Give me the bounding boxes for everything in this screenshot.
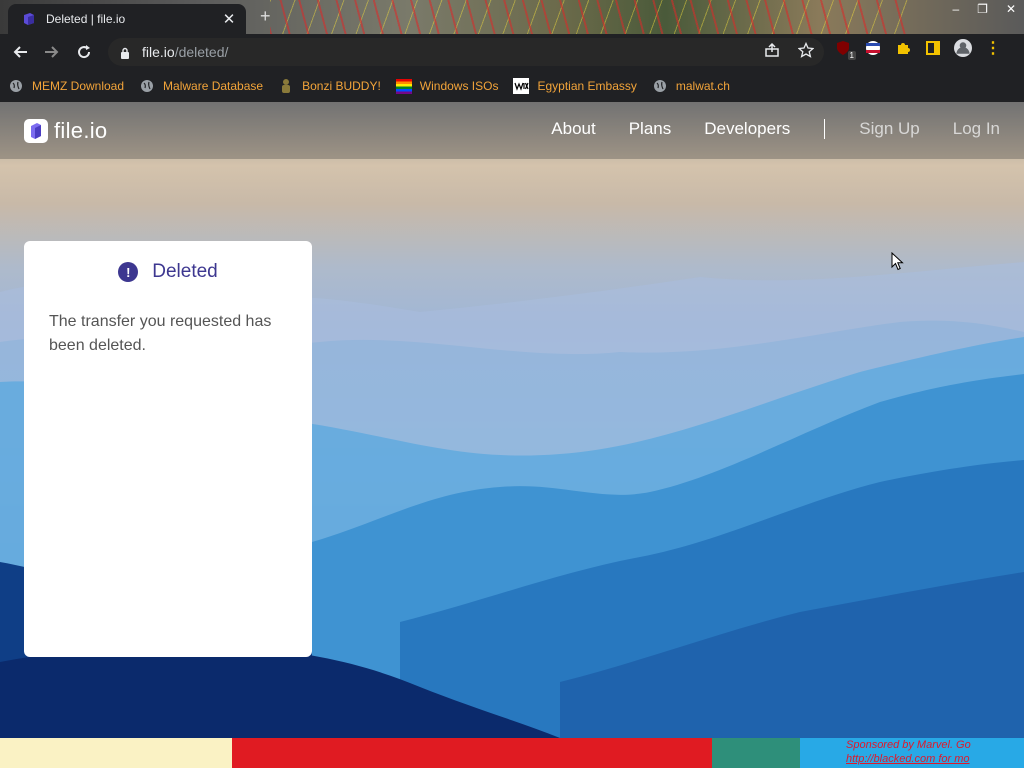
browser-tab-active[interactable]: Deleted | file.io ✕: [8, 4, 246, 34]
nav-plans[interactable]: Plans: [629, 119, 672, 139]
back-arrow-icon[interactable]: [8, 40, 32, 64]
bookmark-malware-database[interactable]: Malware Database: [139, 78, 263, 94]
side-panel-icon[interactable]: [924, 39, 942, 57]
card-title: Deleted: [152, 261, 218, 282]
logo-text: file.io: [54, 118, 108, 143]
forward-arrow-icon[interactable]: [40, 40, 64, 64]
bonzi-icon: [278, 78, 294, 94]
windows-icon: [395, 78, 412, 94]
bookmark-label: Egyptian Embassy: [537, 79, 637, 93]
minimize-window-button[interactable]: –: [952, 2, 959, 16]
bookmark-egyptian-embassy[interactable]: Egyptian Embassy: [513, 78, 637, 94]
bookmark-star-icon[interactable]: [797, 41, 815, 62]
browser-titlebar: Deleted | file.io ✕ + – ❐ ✕: [0, 0, 1024, 34]
bookmark-memz[interactable]: MEMZ Download: [8, 78, 124, 94]
nav-divider: [824, 119, 826, 139]
page-viewport: file.io About Plans Developers Sign Up L…: [0, 102, 1024, 738]
bookmark-bonzi-buddy[interactable]: Bonzi BUDDY!: [278, 78, 381, 94]
extensions-area: 1 ⋮: [834, 39, 1002, 60]
url-path: /deleted/: [174, 44, 229, 60]
sponsor-line-1: Sponsored by Marvel. Go: [846, 739, 971, 751]
bookmark-label: Malware Database: [163, 79, 264, 93]
nav-sign-up[interactable]: Sign Up: [859, 119, 919, 139]
close-window-button[interactable]: ✕: [1006, 2, 1016, 16]
flag-extension-icon[interactable]: [864, 39, 882, 57]
banner-segment-red: [232, 738, 712, 768]
extension-badge: 1: [847, 51, 856, 60]
desktop-wallpaper-strip: [270, 0, 910, 34]
desktop-banner-strip: Sponsored by Marvel. Go http://blacked.c…: [0, 738, 1024, 768]
site-nav: About Plans Developers Sign Up Log In: [518, 119, 1000, 139]
banner-segment-teal: [712, 738, 800, 768]
browser-toolbar: file.io/deleted/ 1 ⋮: [0, 34, 1024, 70]
window-controls: – ❐ ✕: [952, 2, 1016, 16]
fileio-favicon-icon: [22, 12, 36, 26]
fileio-logo[interactable]: file.io: [24, 118, 107, 144]
new-tab-button[interactable]: +: [260, 6, 271, 27]
share-icon[interactable]: [764, 42, 780, 62]
restore-window-button[interactable]: ❐: [977, 2, 988, 16]
tab-close-icon[interactable]: ✕: [220, 10, 238, 28]
globe-icon: [139, 78, 155, 94]
wix-icon: [513, 78, 530, 94]
bookmark-malwatch[interactable]: malwat.ch: [652, 78, 730, 94]
nav-log-in[interactable]: Log In: [953, 119, 1000, 139]
url-host: file.io: [142, 44, 175, 60]
alert-icon: !: [118, 262, 139, 282]
fileio-logo-icon: [24, 119, 48, 143]
nav-about[interactable]: About: [551, 119, 595, 139]
bookmark-label: Bonzi BUDDY!: [302, 79, 381, 93]
menu-kebab-icon[interactable]: ⋮: [984, 39, 1002, 57]
nav-developers[interactable]: Developers: [704, 119, 790, 139]
reload-icon[interactable]: [72, 40, 96, 64]
globe-icon: [8, 78, 24, 94]
lock-icon[interactable]: [120, 46, 130, 59]
ublock-extension-icon[interactable]: 1: [834, 39, 856, 60]
banner-segment-cream: [0, 738, 232, 768]
bookmark-windows-isos[interactable]: Windows ISOs: [395, 78, 499, 94]
mouse-cursor-icon: [891, 252, 904, 271]
bookmarks-bar: MEMZ Download Malware Database Bonzi BUD…: [0, 70, 1024, 102]
site-header: file.io About Plans Developers Sign Up L…: [0, 102, 1024, 159]
puzzle-extensions-icon[interactable]: [894, 39, 912, 57]
bookmark-label: Windows ISOs: [419, 79, 499, 93]
globe-icon: [652, 78, 668, 94]
address-bar[interactable]: file.io/deleted/: [108, 38, 824, 66]
card-header: ! Deleted: [24, 261, 312, 283]
card-message: The transfer you requested has been dele…: [49, 313, 272, 354]
bookmark-label: MEMZ Download: [32, 79, 125, 93]
profile-avatar-icon[interactable]: [954, 39, 972, 57]
sponsor-line-2: http://blacked.com for mo: [846, 753, 970, 765]
sponsor-text: Sponsored by Marvel. Go http://blacked.c…: [846, 738, 1024, 766]
tab-title: Deleted | file.io: [46, 12, 126, 26]
bookmark-label: malwat.ch: [675, 79, 730, 93]
status-card: ! Deleted The transfer you requested has…: [24, 241, 312, 657]
